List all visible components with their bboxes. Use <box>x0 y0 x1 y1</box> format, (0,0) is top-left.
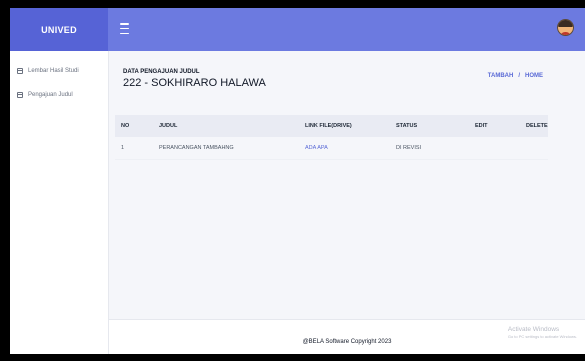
sidebar: Lembar Hasil Studi Pengajuan Judul <box>10 51 109 354</box>
cell-delete[interactable] <box>520 137 548 160</box>
footer-copyright: @BELA Software Copyright 2023 <box>302 339 392 345</box>
column-header-status: STATUS <box>396 123 418 129</box>
breadcrumb-home-link[interactable]: HOME <box>525 73 543 79</box>
top-navbar: UNIVED <box>10 8 585 51</box>
menu-toggle-icon[interactable] <box>120 23 129 34</box>
sidebar-item-pengajuan-judul[interactable]: Pengajuan Judul <box>10 85 108 105</box>
column-header-delete: DELETE <box>526 123 548 129</box>
sidebar-item-label: Lembar Hasil Studi <box>28 68 79 74</box>
watermark-subtitle: Go to PC settings to activate Windows. <box>507 334 577 339</box>
calendar-icon <box>17 68 23 74</box>
table-row: 1 PERANCANGAN TAMBAHNG ADA APA DI REVISI <box>115 137 548 160</box>
cell-edit[interactable] <box>469 137 520 160</box>
column-header-no: NO <box>121 123 130 129</box>
footer: @BELA Software Copyright 2023 Activate W… <box>109 319 585 354</box>
user-avatar[interactable] <box>558 20 573 35</box>
cell-drive-link[interactable]: ADA APA <box>299 137 390 160</box>
main-content: DATA PENGAJUAN JUDUL 222 - SOKHIRARO HAL… <box>109 51 585 354</box>
app-window: UNIVED Lembar Hasil Studi Pengajuan Judu… <box>10 8 585 354</box>
sidebar-item-lembar-hasil-studi[interactable]: Lembar Hasil Studi <box>10 61 108 81</box>
column-header-judul: JUDUL <box>159 123 178 129</box>
page-subtitle: DATA PENGAJUAN JUDUL <box>123 69 200 75</box>
watermark-title: Activate Windows <box>507 326 560 333</box>
page-title: 222 - SOKHIRARO HALAWA <box>123 77 266 89</box>
cell-judul: PERANCANGAN TAMBAHNG <box>153 137 299 160</box>
page-header: DATA PENGAJUAN JUDUL 222 - SOKHIRARO HAL… <box>123 69 266 89</box>
breadcrumb-separator: / <box>518 73 520 79</box>
breadcrumb-tambah-link[interactable]: TAMBAH <box>488 73 514 79</box>
calendar-icon <box>17 92 23 98</box>
submission-table: NO JUDUL LINK FILE(DRIVE) STATUS EDIT DE… <box>115 115 548 160</box>
column-header-link: LINK FILE(DRIVE) <box>305 123 352 129</box>
sidebar-item-label: Pengajuan Judul <box>28 92 73 98</box>
activate-windows-watermark: Activate Windows Go to PC settings to ac… <box>508 326 577 339</box>
brand-logo[interactable]: UNIVED <box>10 8 108 51</box>
column-header-edit: EDIT <box>475 123 488 129</box>
table-header-row: NO JUDUL LINK FILE(DRIVE) STATUS EDIT DE… <box>115 115 548 137</box>
cell-status: DI REVISI <box>390 137 469 160</box>
breadcrumb: TAMBAH / HOME <box>488 73 543 79</box>
cell-no: 1 <box>115 137 153 160</box>
